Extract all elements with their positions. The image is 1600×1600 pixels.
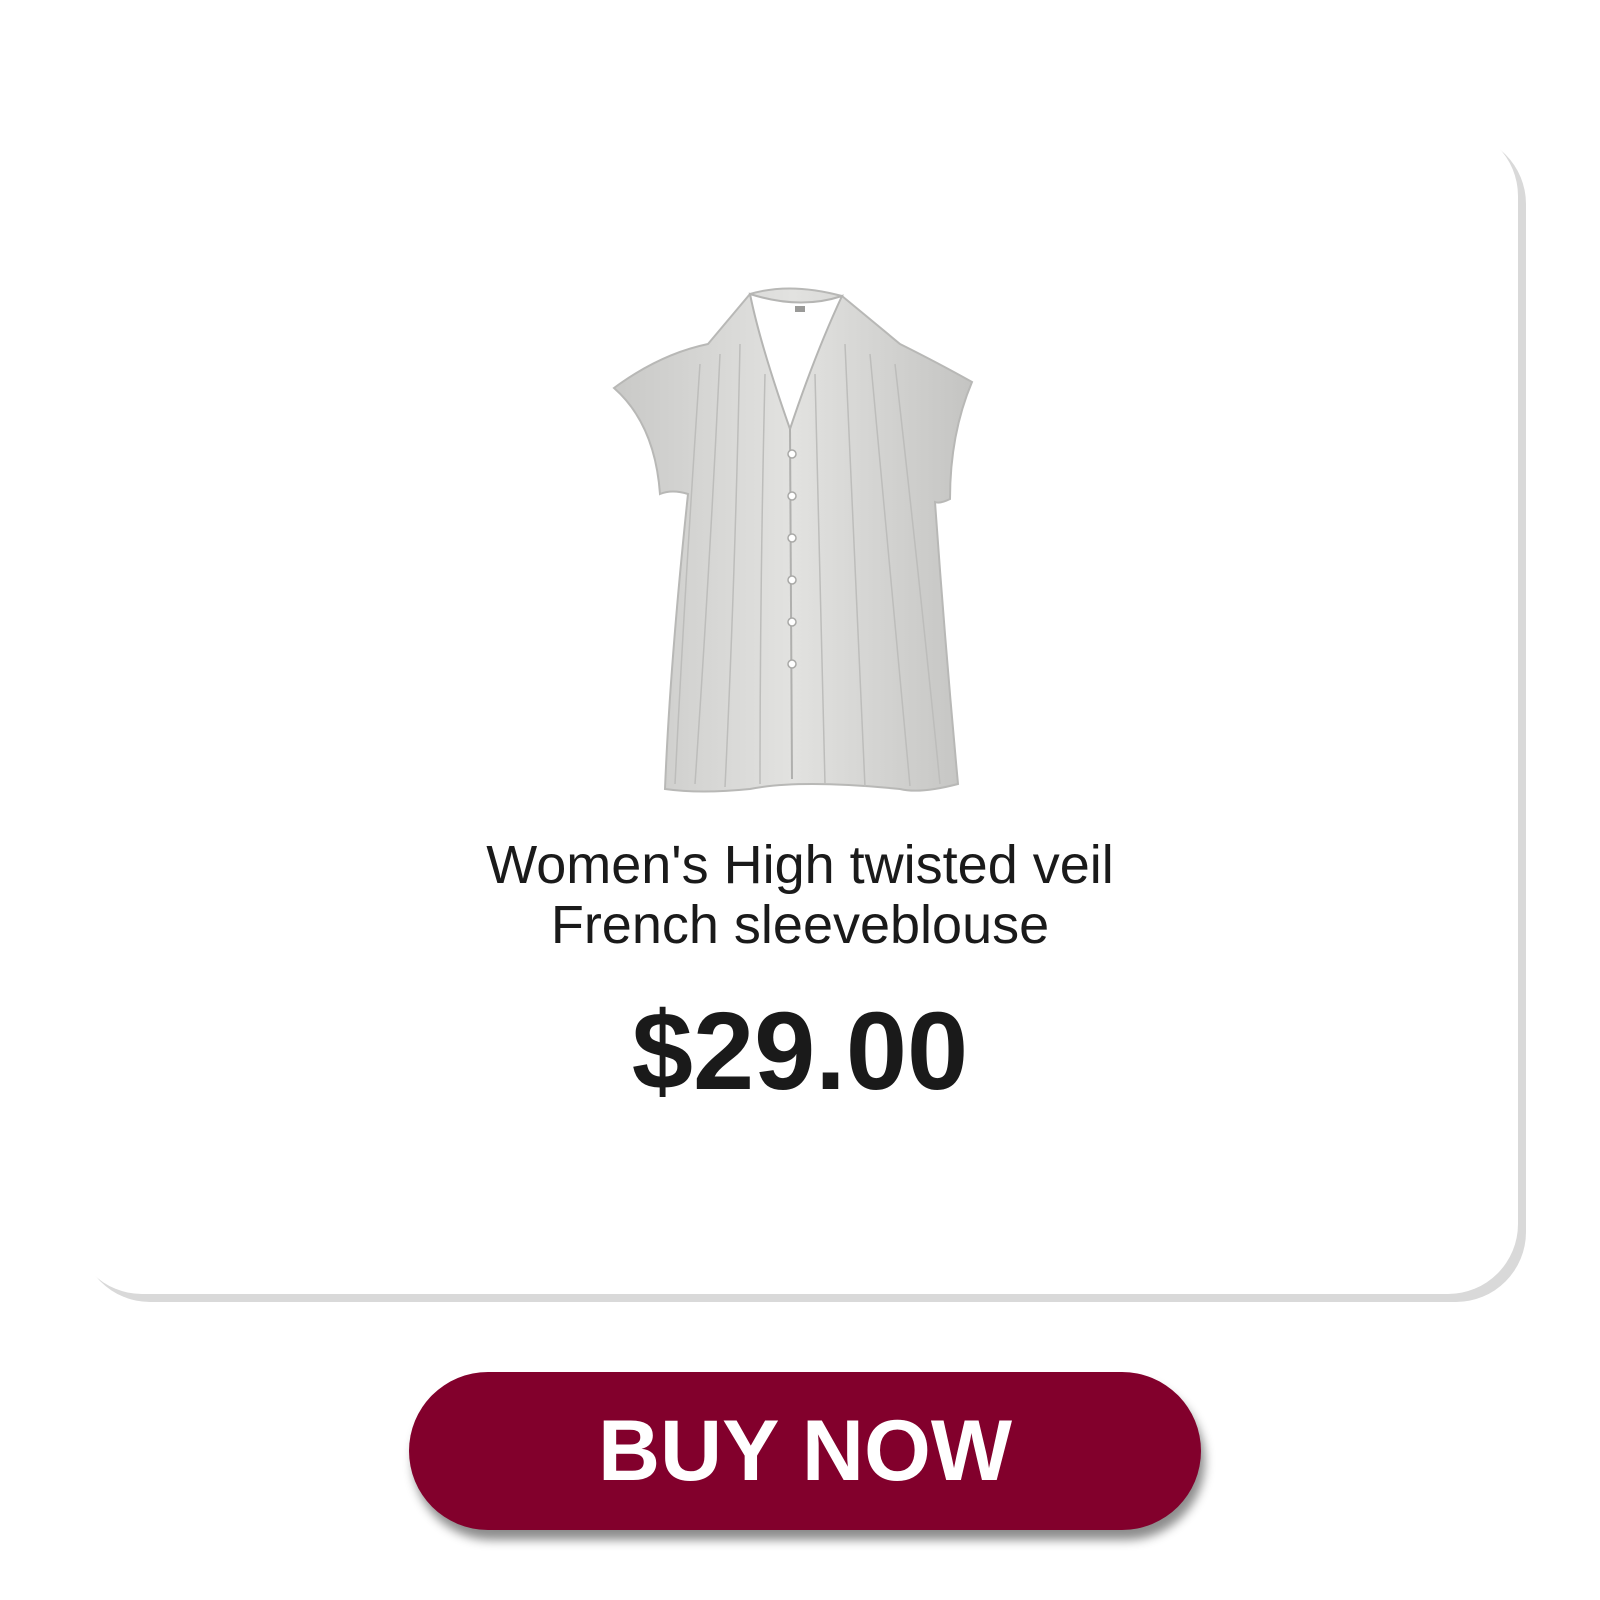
- product-title: Women's High twisted veil French sleeveb…: [300, 835, 1300, 955]
- product-title-line1: Women's High twisted veil: [486, 835, 1114, 895]
- blouse-tag: [795, 306, 805, 312]
- product-title-line2: French sleeveblouse: [550, 895, 1050, 955]
- buy-now-button[interactable]: BUY NOW: [409, 1372, 1201, 1530]
- product-price: $29.00: [631, 990, 969, 1113]
- product-image: [612, 287, 974, 793]
